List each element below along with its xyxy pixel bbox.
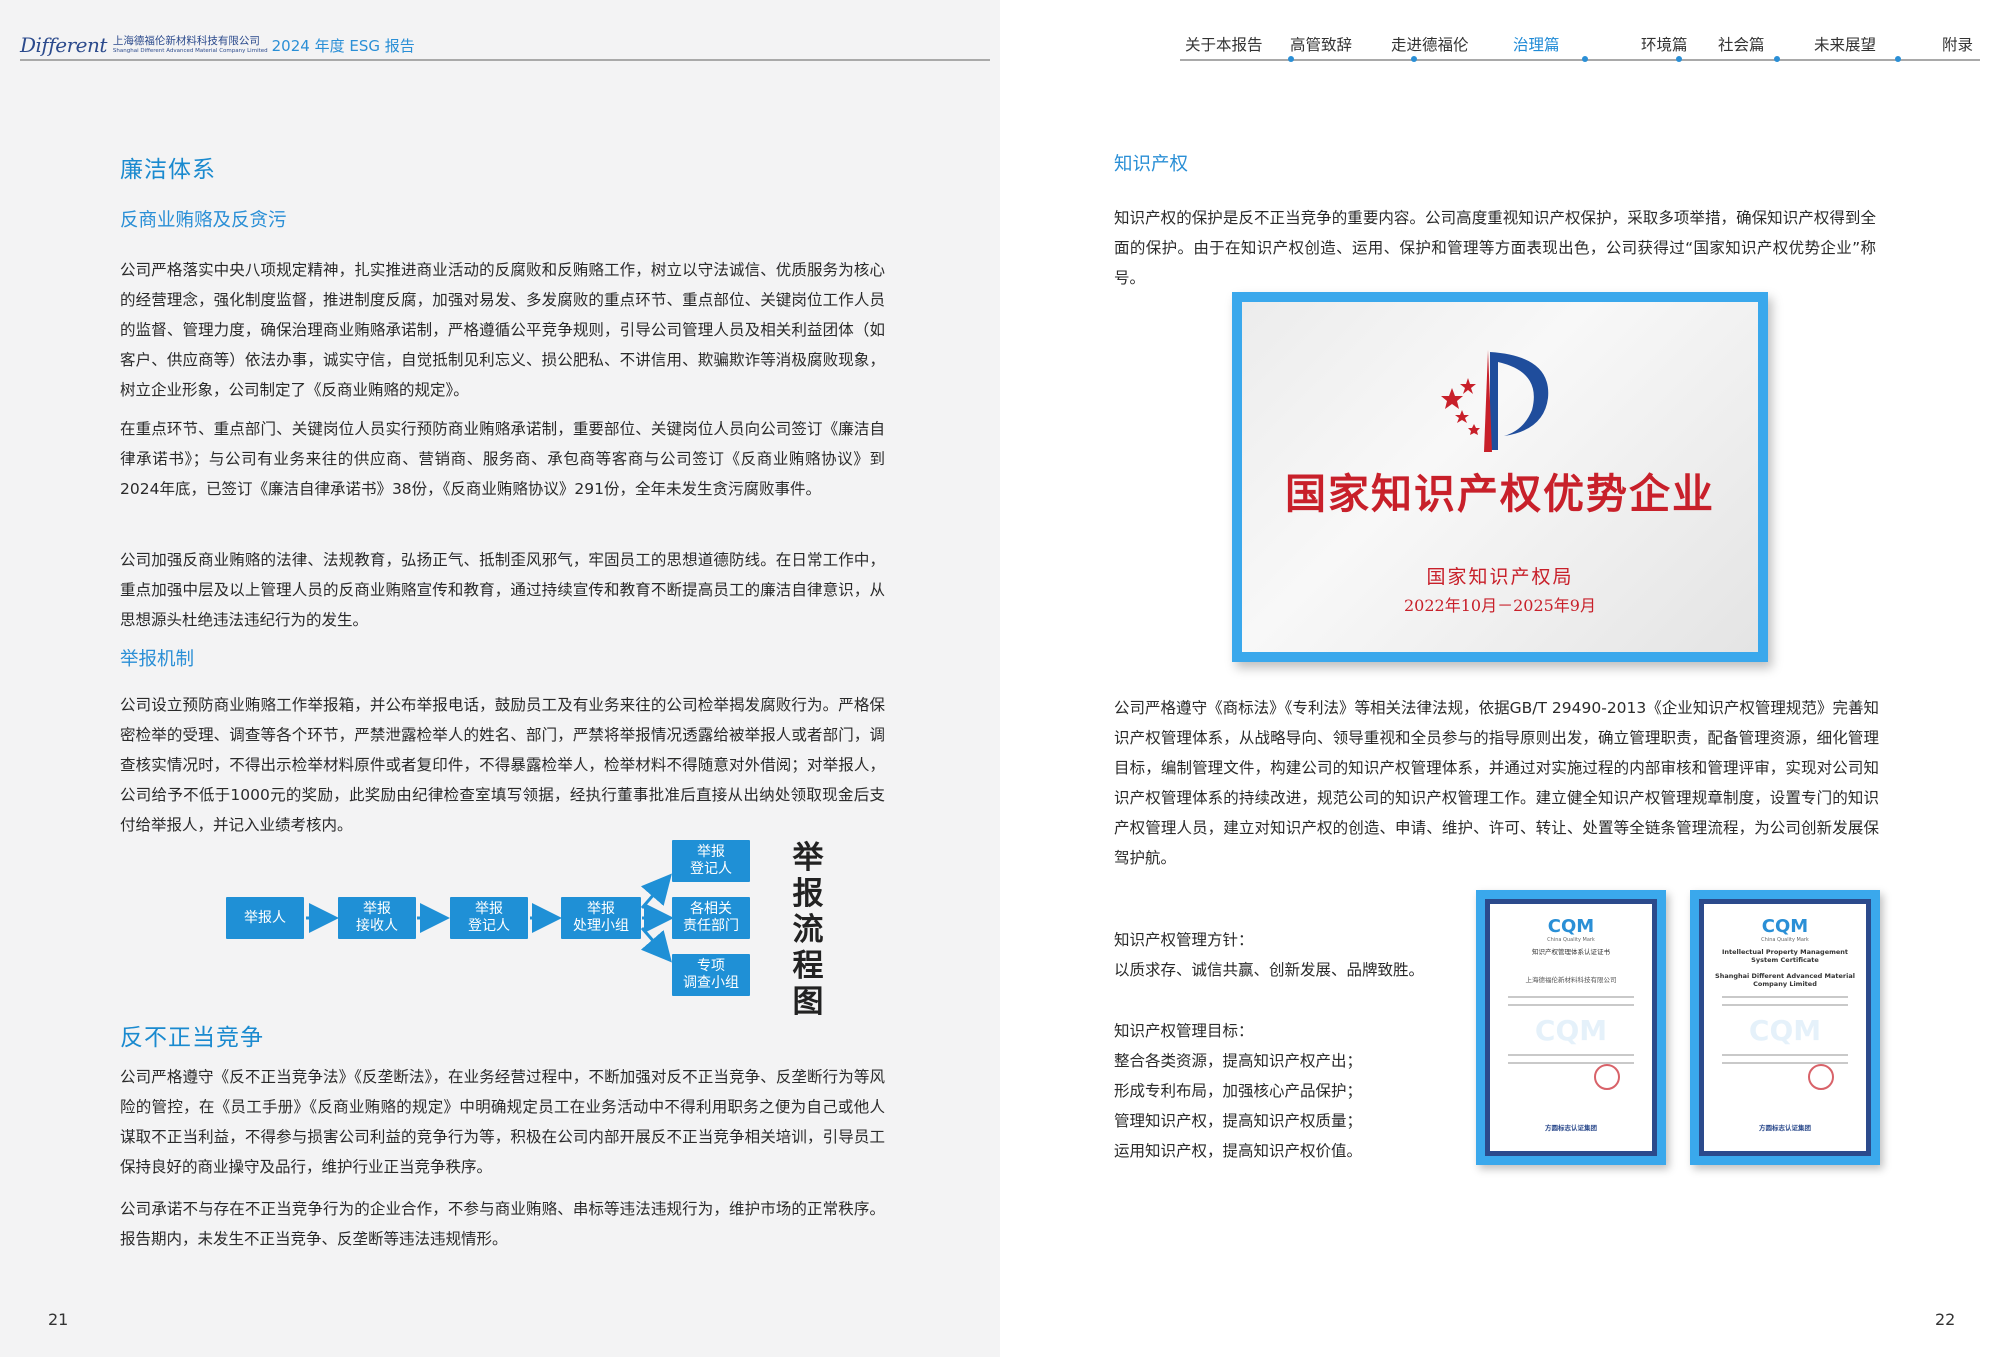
ip-goal-item: 形成专利布局，加强核心产品保护； bbox=[1114, 1082, 1363, 1100]
company-name-block: 上海德福伦新材料科技有限公司 Shanghai Different Advanc… bbox=[113, 36, 268, 54]
cnipa-emblem-icon bbox=[1441, 350, 1549, 452]
paragraph-anti-bribery-1: 公司严格落实中央八项规定精神，扎实推进商业活动的反腐败和反贿赂工作，树立以守法诚… bbox=[120, 261, 885, 399]
paragraph-unfair-competition-1: 公司严格遵守《反不正当竞争法》《反垄断法》，在业务经营过程中，不断加强对反不正当… bbox=[120, 1068, 885, 1176]
certificate-company: 上海德福伦新材料科技有限公司 bbox=[1525, 976, 1617, 984]
cqm-logo-subtitle: China Quality Mark bbox=[1761, 937, 1809, 943]
nav-about-report[interactable]: 关于本报告 bbox=[1185, 33, 1290, 55]
subsection-title-reporting: 举报机制 bbox=[120, 649, 195, 670]
ip-goal-item: 运用知识产权，提高知识产权价值。 bbox=[1114, 1142, 1363, 1160]
nav-outlook[interactable]: 未来展望 bbox=[1814, 33, 1942, 55]
ip-policy-label: 知识产权管理方针： bbox=[1114, 931, 1254, 949]
plaque-surface: 国家知识产权优势企业 国家知识产权局 2022年10月－2025年9月 bbox=[1242, 302, 1758, 652]
nav-separator-dot bbox=[1411, 56, 1417, 62]
nav-about-company[interactable]: 走进德福伦 bbox=[1391, 33, 1513, 55]
paragraph-anti-bribery-2: 在重点环节、重点部门、关键岗位人员实行预防商业贿赂承诺制，重要部位、关键岗位人员… bbox=[120, 420, 885, 498]
section-nav: 关于本报告 高管致辞 走进德福伦 治理篇 环境篇 社会篇 未来展望 附录 bbox=[1185, 33, 1982, 55]
company-logo: Different bbox=[20, 33, 107, 57]
cqm-watermark: CQM bbox=[1534, 1014, 1608, 1047]
plaque-validity: 2022年10月－2025年9月 bbox=[1404, 596, 1596, 615]
nav-governance[interactable]: 治理篇 bbox=[1513, 33, 1641, 55]
certificate-company: Shanghai Different Advanced Material Com… bbox=[1715, 972, 1855, 988]
nav-separator-dot bbox=[1774, 56, 1780, 62]
ip-goal-label: 知识产权管理目标： bbox=[1114, 1022, 1254, 1040]
ip-policy-text: 以质求存、诚信共赢、创新发展、品牌致胜。 bbox=[1114, 961, 1425, 979]
flow-node-receiver: 举报 接收人 bbox=[338, 897, 416, 939]
paragraph-ip-1: 知识产权的保护是反不正当竞争的重要内容。公司高度重视知识产权保护，采取多项举措，… bbox=[1114, 209, 1876, 287]
flow-node-registrar-2: 举报 登记人 bbox=[672, 840, 750, 882]
header-divider-right bbox=[1180, 59, 1980, 61]
ip-advantage-plaque: 国家知识产权优势企业 国家知识产权局 2022年10月－2025年9月 bbox=[1232, 292, 1768, 662]
ip-goal-item: 管理知识产权，提高知识产权质量； bbox=[1114, 1112, 1363, 1130]
nav-separator-dot bbox=[1288, 56, 1294, 62]
flow-node-investigation-team: 专项 调查小组 bbox=[672, 954, 750, 996]
company-name-en: Shanghai Different Advanced Material Com… bbox=[112, 47, 268, 54]
official-seal-icon bbox=[1808, 1064, 1834, 1090]
flowchart-title: 举报流程图 bbox=[792, 840, 824, 1020]
certificate-issuer: 方圆标志认证集团 bbox=[1545, 1124, 1597, 1132]
plaque-title: 国家知识产权优势企业 bbox=[1285, 470, 1715, 518]
section-title-integrity: 廉洁体系 bbox=[120, 157, 216, 183]
nav-environment[interactable]: 环境篇 bbox=[1641, 33, 1718, 55]
cqm-watermark: CQM bbox=[1748, 1014, 1822, 1047]
certificate-title: Intellectual Property Management System … bbox=[1721, 948, 1849, 964]
nav-appendix[interactable]: 附录 bbox=[1942, 33, 1982, 55]
certificate-issuer: 方圆标志认证集团 bbox=[1759, 1124, 1811, 1132]
cqm-certificate-cn: CQM China Quality Mark 知识产权管理体系认证证书 上海德福… bbox=[1476, 890, 1666, 1165]
certificate-title: 知识产权管理体系认证证书 bbox=[1532, 948, 1610, 956]
cqm-logo: CQM bbox=[1761, 916, 1809, 937]
paragraph-reporting: 公司设立预防商业贿赂工作举报箱，并公布举报电话，鼓励员工及有业务来往的公司检举揭… bbox=[120, 696, 885, 834]
plaque-issuer: 国家知识产权局 bbox=[1426, 566, 1574, 588]
nav-separator-dot bbox=[1895, 56, 1901, 62]
ip-goal-item: 整合各类资源，提高知识产权产出； bbox=[1114, 1052, 1363, 1070]
flow-node-departments: 各相关 责任部门 bbox=[672, 897, 750, 939]
section-title-ip: 知识产权 bbox=[1114, 154, 1189, 175]
paragraph-anti-bribery-3: 公司加强反商业贿赂的法律、法规教育，弘扬正气、抵制歪风邪气，牢固员工的思想道德防… bbox=[120, 551, 885, 629]
report-header: Different 上海德福伦新材料科技有限公司 Shanghai Differ… bbox=[20, 30, 415, 60]
nav-executive-message[interactable]: 高管致辞 bbox=[1290, 33, 1391, 55]
nav-active-dot bbox=[1582, 56, 1588, 62]
paragraph-unfair-competition-2: 公司承诺不与存在不正当竞争行为的企业合作，不参与商业贿赂、串标等违法违规行为，维… bbox=[120, 1200, 885, 1248]
header-divider-left bbox=[20, 59, 990, 61]
subsection-title-anti-bribery: 反商业贿赂及反贪污 bbox=[120, 210, 287, 231]
section-title-unfair-competition: 反不正当竞争 bbox=[120, 1025, 264, 1051]
flow-node-reporter: 举报人 bbox=[226, 897, 304, 939]
cqm-logo: CQM bbox=[1547, 916, 1595, 937]
nav-social[interactable]: 社会篇 bbox=[1718, 33, 1814, 55]
official-seal-icon bbox=[1594, 1064, 1620, 1090]
flow-node-registrar: 举报 登记人 bbox=[450, 897, 528, 939]
cqm-logo-subtitle: China Quality Mark bbox=[1547, 937, 1595, 943]
page-number-right: 22 bbox=[1935, 1310, 1956, 1329]
report-title: 2024 年度 ESG 报告 bbox=[271, 36, 415, 55]
flow-node-handling-team: 举报 处理小组 bbox=[561, 897, 641, 939]
page-number-left: 21 bbox=[48, 1310, 69, 1329]
cqm-certificate-en: CQM China Quality Mark Intellectual Prop… bbox=[1690, 890, 1880, 1165]
nav-separator-dot bbox=[1676, 56, 1682, 62]
paragraph-ip-2: 公司严格遵守《商标法》《专利法》等相关法律法规，依据GB/T 29490-201… bbox=[1114, 699, 1879, 867]
company-name-cn: 上海德福伦新材料科技有限公司 bbox=[112, 35, 260, 47]
